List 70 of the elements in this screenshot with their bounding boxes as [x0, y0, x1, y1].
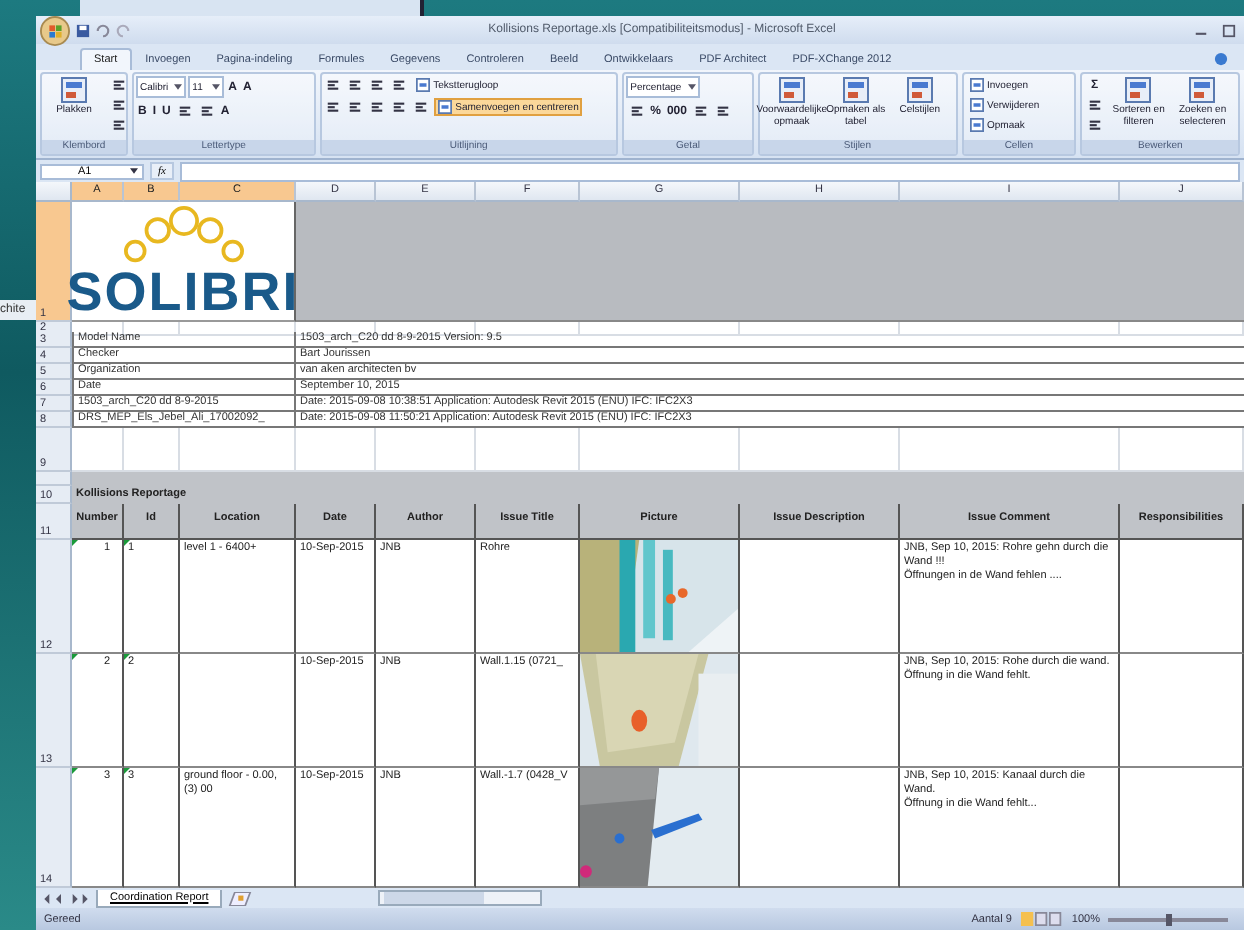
grid-icon	[415, 78, 430, 92]
format-icon	[629, 104, 644, 118]
toolbar-button[interactable]	[345, 98, 366, 116]
formula-input[interactable]	[179, 161, 1240, 181]
toolbar-button[interactable]	[1084, 116, 1105, 134]
toolbar-button[interactable]	[626, 102, 647, 120]
toolbar-button[interactable]	[389, 98, 410, 116]
toolbar-button[interactable]	[1084, 96, 1105, 114]
toolbar-button[interactable]	[323, 76, 344, 94]
format-icon	[177, 104, 192, 118]
grid-icon	[969, 98, 984, 112]
toolbar-button[interactable]	[712, 102, 733, 120]
sheet-navigation-icon[interactable]	[42, 893, 90, 903]
toolbar-button[interactable]	[174, 102, 195, 120]
page-view-icon[interactable]	[1019, 912, 1064, 926]
format-icon	[1087, 118, 1102, 132]
sheet-icon	[1188, 76, 1217, 104]
caret-icon	[687, 84, 696, 90]
toolbar-button[interactable]	[108, 76, 128, 94]
triangle-icon	[72, 654, 78, 660]
sheet-icon	[905, 76, 934, 104]
toolbar-button[interactable]	[690, 102, 711, 120]
triangle-icon	[124, 540, 130, 546]
caret-icon	[130, 168, 138, 174]
undo-icon[interactable]	[96, 23, 110, 37]
format-icon	[392, 100, 407, 114]
grid-icon	[969, 118, 984, 132]
zoom-slider[interactable]	[1165, 913, 1171, 925]
toolbar-button[interactable]	[108, 116, 128, 134]
format-icon	[326, 100, 341, 114]
toolbar-button[interactable]	[108, 96, 128, 114]
help-icon[interactable]	[1214, 52, 1228, 66]
triangle-icon	[72, 768, 78, 774]
sheet-icon	[777, 76, 806, 104]
format-icon	[693, 104, 708, 118]
format-icon	[326, 78, 341, 92]
toolbar-button[interactable]	[389, 76, 410, 94]
toolbar-button[interactable]	[323, 98, 344, 116]
format-icon	[199, 104, 214, 118]
sheet-icon	[60, 76, 88, 104]
format-icon	[715, 104, 730, 118]
triangle-icon	[124, 768, 130, 774]
toolbar-button[interactable]	[196, 102, 217, 120]
format-icon	[370, 100, 385, 114]
format-icon	[111, 78, 125, 92]
format-icon	[111, 98, 125, 112]
triangle-icon	[124, 654, 130, 660]
sheet-icon	[841, 76, 870, 104]
toolbar-button[interactable]	[345, 76, 366, 94]
format-icon	[370, 78, 385, 92]
sheet-icon	[1124, 76, 1153, 104]
format-icon	[414, 100, 429, 114]
horizontal-scrollbar[interactable]	[378, 890, 543, 906]
caret-icon	[174, 84, 183, 90]
office-logo-icon[interactable]	[40, 16, 70, 45]
maximize-icon[interactable]	[1222, 23, 1236, 37]
save-icon[interactable]	[76, 23, 90, 37]
toolbar-button[interactable]	[411, 98, 432, 116]
format-icon	[348, 78, 363, 92]
triangle-icon	[72, 540, 78, 546]
new-sheet-icon[interactable]	[228, 891, 253, 905]
format-icon	[1087, 98, 1102, 112]
format-icon	[111, 118, 125, 132]
grid-icon	[437, 100, 452, 114]
toolbar-button[interactable]	[367, 76, 388, 94]
format-icon	[392, 78, 407, 92]
format-icon	[348, 100, 363, 114]
grid-icon	[969, 78, 984, 92]
caret-icon	[212, 84, 221, 90]
toolbar-button[interactable]	[367, 98, 388, 116]
